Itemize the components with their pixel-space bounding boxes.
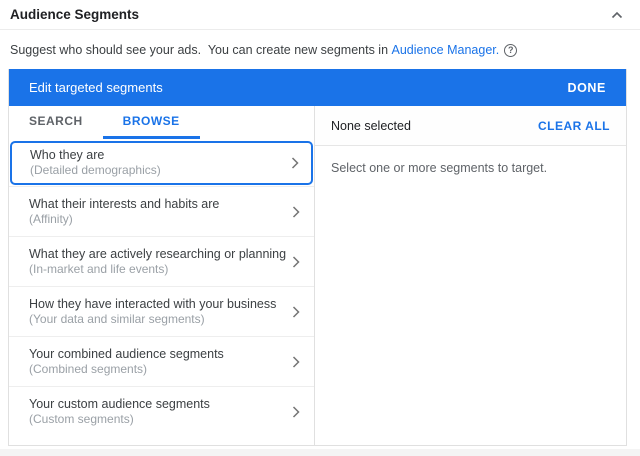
list-item-title: Your combined audience segments <box>29 346 224 362</box>
audience-segments-header: Audience Segments <box>0 0 640 30</box>
list-item-text: What their interests and habits are (Aff… <box>29 196 219 228</box>
segment-category-list: Who they are (Detailed demographics) Wha… <box>9 139 314 445</box>
list-item-text: Who they are (Detailed demographics) <box>30 147 161 179</box>
tab-bar: SEARCH BROWSE <box>9 106 314 139</box>
list-item-interacted-business[interactable]: How they have interacted with your busin… <box>9 286 314 336</box>
suggestion-text-before-link: Suggest who should see your ads. You can… <box>10 43 392 57</box>
list-item-subtitle: (Custom segments) <box>29 412 210 428</box>
selection-status: None selected <box>331 119 411 133</box>
suggestion-text: Suggest who should see your ads. You can… <box>0 30 640 68</box>
list-item-subtitle: (Combined segments) <box>29 362 224 378</box>
list-item-combined-segments[interactable]: Your combined audience segments (Combine… <box>9 336 314 386</box>
list-item-text: What they are actively researching or pl… <box>29 246 286 278</box>
collapse-section-button[interactable] <box>606 4 628 26</box>
list-item-text: Your combined audience segments (Combine… <box>29 346 224 378</box>
list-item-subtitle: (Your data and similar segments) <box>29 312 276 328</box>
list-item-title: What they are actively researching or pl… <box>29 246 286 262</box>
list-item-who-they-are[interactable]: Who they are (Detailed demographics) <box>10 141 313 185</box>
selection-header: None selected CLEAR ALL <box>315 106 626 146</box>
page-title: Audience Segments <box>10 7 139 22</box>
help-icon[interactable]: ? <box>504 44 517 57</box>
list-item-interests-habits[interactable]: What their interests and habits are (Aff… <box>9 186 314 236</box>
chevron-up-icon <box>611 11 623 19</box>
browse-column: SEARCH BROWSE Who they are (Detailed dem… <box>9 106 315 445</box>
chevron-right-icon <box>292 256 300 268</box>
selection-column: None selected CLEAR ALL Select one or mo… <box>315 106 626 445</box>
done-button[interactable]: DONE <box>567 81 606 95</box>
list-item-researching-planning[interactable]: What they are actively researching or pl… <box>9 236 314 286</box>
chevron-right-icon <box>292 406 300 418</box>
panel-body: SEARCH BROWSE Who they are (Detailed dem… <box>9 106 626 445</box>
chevron-right-icon <box>292 206 300 218</box>
list-item-text: Your custom audience segments (Custom se… <box>29 396 210 428</box>
list-item-subtitle: (Affinity) <box>29 212 219 228</box>
clear-all-button[interactable]: CLEAR ALL <box>538 119 610 133</box>
list-item-title: Your custom audience segments <box>29 396 210 412</box>
page-footer-strip <box>0 449 640 456</box>
edit-bar-title: Edit targeted segments <box>29 80 163 95</box>
edit-bar: Edit targeted segments DONE <box>9 69 626 106</box>
tab-browse[interactable]: BROWSE <box>103 106 200 139</box>
list-item-title: What their interests and habits are <box>29 196 219 212</box>
empty-selection-message: Select one or more segments to target. <box>315 146 626 190</box>
list-item-subtitle: (In-market and life events) <box>29 262 286 278</box>
list-item-title: Who they are <box>30 147 161 163</box>
chevron-right-icon <box>292 306 300 318</box>
edit-targeted-segments-panel: Edit targeted segments DONE SEARCH BROWS… <box>8 69 627 446</box>
list-item-title: How they have interacted with your busin… <box>29 296 276 312</box>
list-item-text: How they have interacted with your busin… <box>29 296 276 328</box>
chevron-right-icon <box>291 157 299 169</box>
list-item-subtitle: (Detailed demographics) <box>30 163 161 179</box>
tab-search[interactable]: SEARCH <box>9 106 103 139</box>
audience-manager-link[interactable]: Audience Manager. <box>392 43 500 57</box>
list-item-custom-segments[interactable]: Your custom audience segments (Custom se… <box>9 386 314 436</box>
chevron-right-icon <box>292 356 300 368</box>
